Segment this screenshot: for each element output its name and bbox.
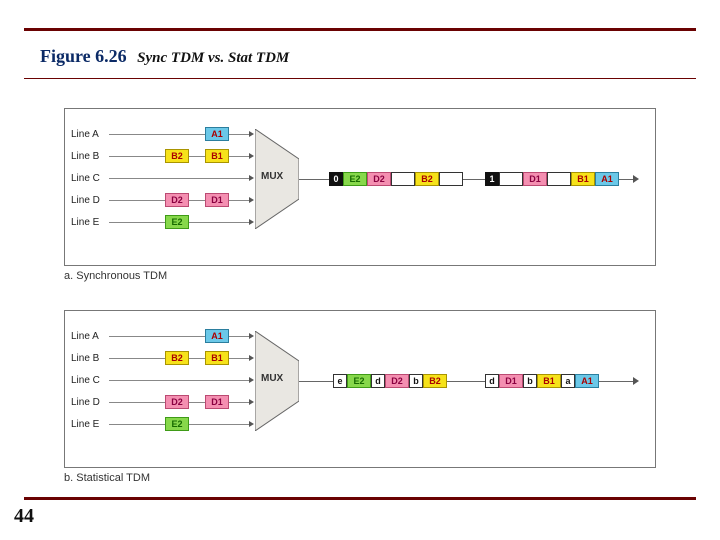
arrow-line-d-b — [249, 399, 254, 405]
input-line-b: Line B — [71, 147, 109, 165]
stat-f2-tag-b: b — [409, 374, 423, 388]
sync-frame2-d2: D2 — [367, 172, 391, 186]
slot-in-d1-b: D1 — [205, 395, 229, 409]
sync-frame1-empty-c — [547, 172, 571, 186]
line-b-label: Line B — [71, 151, 109, 162]
mux-a: MUX — [255, 129, 299, 229]
panel-synchronous-tdm: Line A Line B Line C Line D Line E A1 B2… — [64, 108, 656, 266]
rule-under-title — [24, 78, 696, 79]
stat-f2-tag-d: d — [371, 374, 385, 388]
arrow-line-c — [249, 175, 254, 181]
slot-in-a1-b: A1 — [205, 329, 229, 343]
figure-number: Figure 6.26 — [40, 46, 127, 66]
stat-f1-tag-b: b — [523, 374, 537, 388]
line-c-label: Line C — [71, 173, 109, 184]
panel-statistical-tdm: Line A Line B Line C Line D Line E A1 B2… — [64, 310, 656, 468]
sync-frame2-e2: E2 — [343, 172, 367, 186]
arrow-line-d — [249, 197, 254, 203]
stat-f1-b1: B1 — [537, 374, 561, 388]
slot-in-d1: D1 — [205, 193, 229, 207]
input-line-c-b: Line C — [71, 371, 109, 389]
slot-in-a1: A1 — [205, 127, 229, 141]
output-arrow-b — [633, 377, 639, 385]
arrow-line-a-b — [249, 333, 254, 339]
input-line-c: Line C — [71, 169, 109, 187]
slot-in-d2-b: D2 — [165, 395, 189, 409]
slot-in-b1-b: B1 — [205, 351, 229, 365]
input-line-e: Line E — [71, 213, 109, 231]
sync-frame2-empty-a — [439, 172, 463, 186]
input-line-d-b: Line D — [71, 393, 109, 411]
caption-a: a. Synchronous TDM — [64, 270, 167, 282]
stat-f1-d1: D1 — [499, 374, 523, 388]
caption-b: b. Statistical TDM — [64, 472, 150, 484]
slot-in-e2-b: E2 — [165, 417, 189, 431]
slot-in-b2-b: B2 — [165, 351, 189, 365]
arrow-line-e — [249, 219, 254, 225]
sync-frame1-b1: B1 — [571, 172, 595, 186]
sync-frame-1: 1 D1 B1 A1 — [485, 172, 619, 186]
mux-a-label: MUX — [261, 171, 283, 182]
line-b-label-b: Line B — [71, 353, 109, 364]
stat-f2-e2: E2 — [347, 374, 371, 388]
stat-frame-2: e E2 d D2 b B2 — [333, 374, 447, 388]
line-d-label: Line D — [71, 195, 109, 206]
arrow-line-b-b — [249, 355, 254, 361]
wire-line-a-b — [109, 336, 251, 337]
figure-title-row: Figure 6.26 Sync TDM vs. Stat TDM — [40, 46, 289, 67]
stat-f2-b2: B2 — [423, 374, 447, 388]
stat-f1-tag-d: d — [485, 374, 499, 388]
sync-frame2-flag: 0 — [329, 172, 343, 186]
wire-line-c — [109, 178, 251, 179]
stat-f2-tag-e: e — [333, 374, 347, 388]
arrow-line-c-b — [249, 377, 254, 383]
sync-frame1-flag: 1 — [485, 172, 499, 186]
input-line-d: Line D — [71, 191, 109, 209]
slot-in-b2: B2 — [165, 149, 189, 163]
sync-frame1-d1: D1 — [523, 172, 547, 186]
sync-frame2-empty-c — [391, 172, 415, 186]
mux-b-label: MUX — [261, 373, 283, 384]
rule-top — [24, 28, 696, 31]
line-e-label-b: Line E — [71, 419, 109, 430]
line-d-label-b: Line D — [71, 397, 109, 408]
stat-f1-tag-a: a — [561, 374, 575, 388]
mux-b: MUX — [255, 331, 299, 431]
slot-in-b1: B1 — [205, 149, 229, 163]
wire-line-c-b — [109, 380, 251, 381]
stat-frame-1: d D1 b B1 a A1 — [485, 374, 599, 388]
input-line-e-b: Line E — [71, 415, 109, 433]
slot-in-e2: E2 — [165, 215, 189, 229]
input-line-a: Line A — [71, 125, 109, 143]
input-line-a-b: Line A — [71, 327, 109, 345]
line-a-label: Line A — [71, 129, 109, 140]
arrow-line-a — [249, 131, 254, 137]
rule-bottom — [24, 497, 696, 500]
sync-frame1-empty-e — [499, 172, 523, 186]
sync-frame1-a1: A1 — [595, 172, 619, 186]
line-c-label-b: Line C — [71, 375, 109, 386]
stat-f2-d2: D2 — [385, 374, 409, 388]
arrow-line-e-b — [249, 421, 254, 427]
figure-title: Sync TDM vs. Stat TDM — [137, 50, 289, 66]
input-line-b-b: Line B — [71, 349, 109, 367]
line-e-label: Line E — [71, 217, 109, 228]
wire-line-a — [109, 134, 251, 135]
sync-frame-2: 0 E2 D2 B2 — [329, 172, 463, 186]
slot-in-d2: D2 — [165, 193, 189, 207]
page-number: 44 — [14, 505, 34, 528]
line-a-label-b: Line A — [71, 331, 109, 342]
output-arrow-a — [633, 175, 639, 183]
arrow-line-b — [249, 153, 254, 159]
sync-frame2-b2: B2 — [415, 172, 439, 186]
stat-f1-a1: A1 — [575, 374, 599, 388]
